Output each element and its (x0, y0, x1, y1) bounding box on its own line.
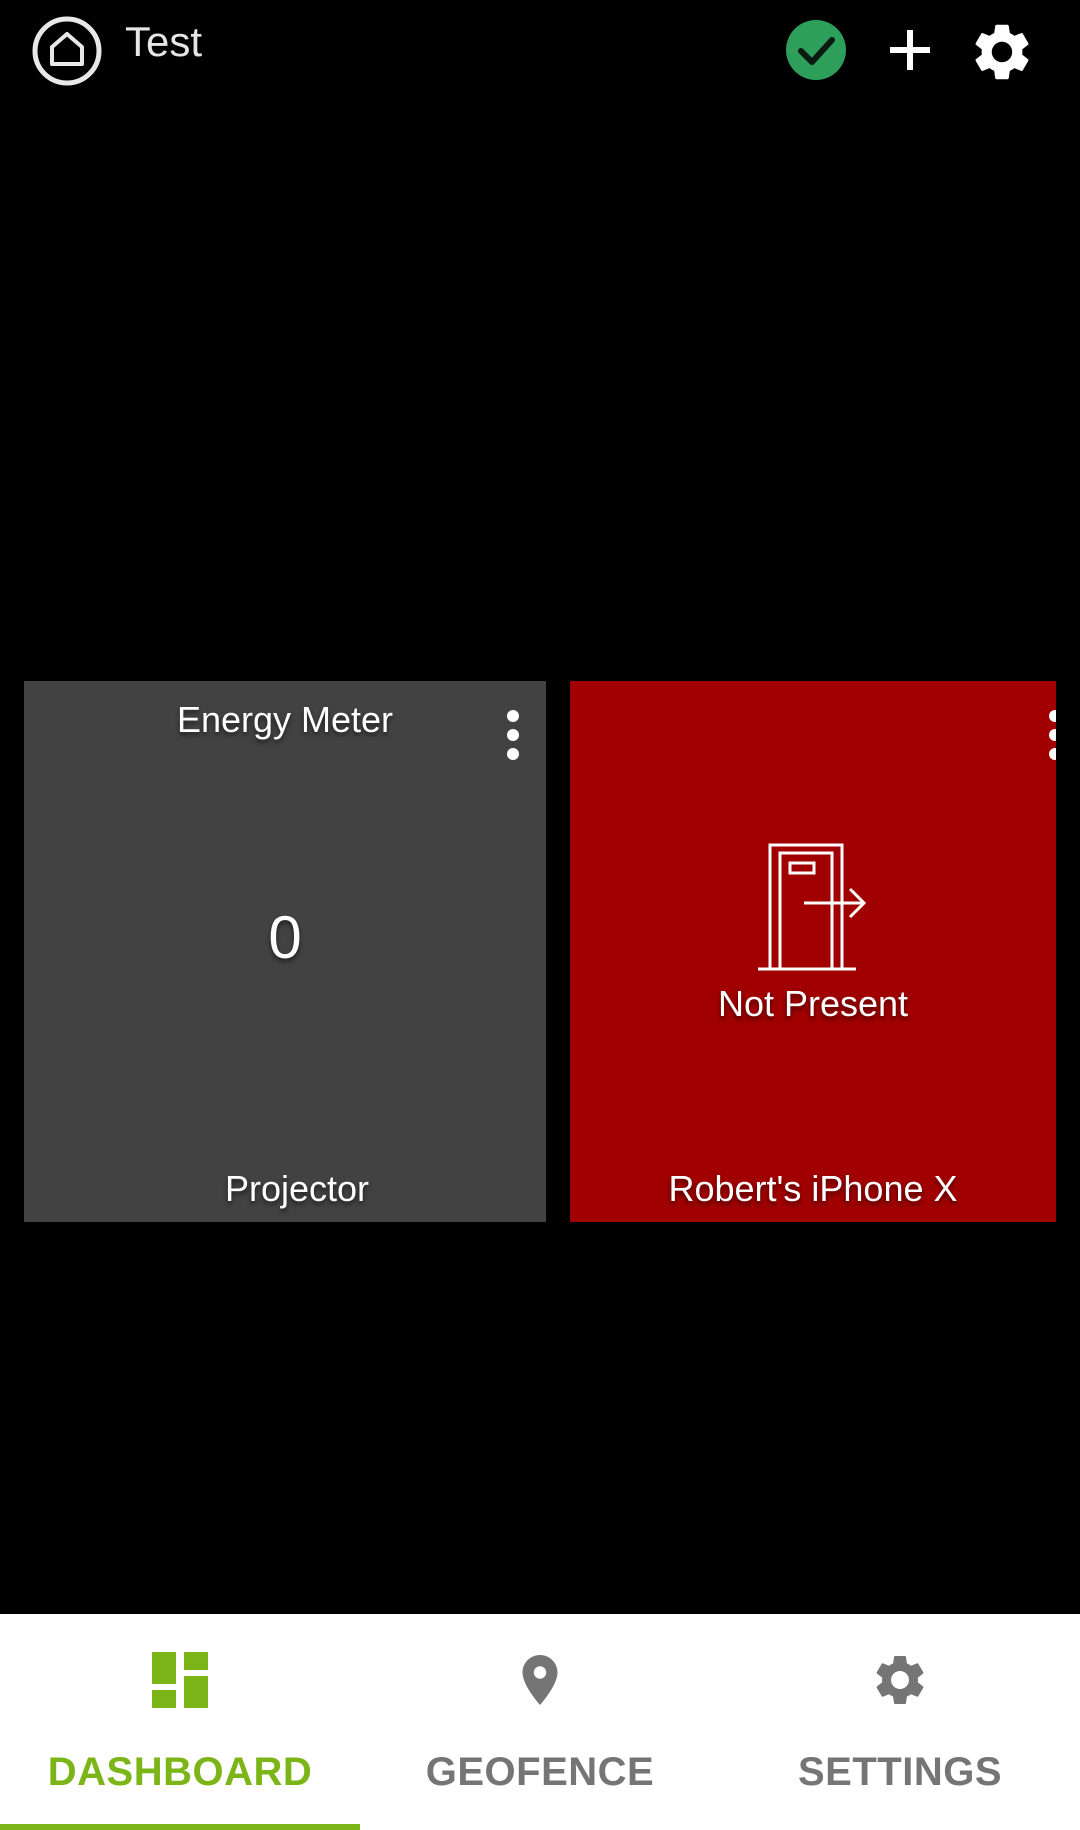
energy-meter-tile[interactable]: Energy Meter 0 Projector (24, 681, 546, 1222)
tab-geofence[interactable]: GEOFENCE (360, 1614, 720, 1830)
presence-tile[interactable]: Not Present Robert's iPhone X (570, 681, 1056, 1222)
gear-icon (876, 1656, 924, 1704)
app-screen: Test Energy Meter 0 Projector Not Presen… (0, 0, 1080, 1830)
plus-icon[interactable] (878, 18, 942, 82)
tile-title: Energy Meter (176, 699, 394, 740)
tab-label: SETTINGS (797, 1750, 1003, 1794)
tab-label: GEOFENCE (425, 1750, 655, 1794)
device-name-label: Projector (224, 1168, 370, 1209)
active-tab-indicator (0, 1824, 360, 1830)
door-exit-icon (758, 843, 867, 971)
tab-dashboard[interactable]: DASHBOARD (0, 1614, 360, 1830)
tab-label: DASHBOARD (47, 1750, 313, 1794)
home-logo-icon (32, 16, 102, 86)
energy-value: 0 (268, 904, 302, 971)
device-name-label: Robert's iPhone X (668, 1168, 958, 1209)
location-pin-icon (522, 1655, 558, 1705)
more-vertical-icon[interactable] (498, 707, 528, 763)
presence-state: Not Present (717, 983, 909, 1024)
more-vertical-icon[interactable] (1040, 707, 1056, 763)
gear-icon[interactable] (968, 18, 1036, 86)
top-app-bar: Test (0, 0, 1080, 100)
bottom-navigation: DASHBOARD GEOFENCE SETTINGS (0, 1614, 1080, 1830)
dashboard-icon (152, 1652, 208, 1708)
tab-settings[interactable]: SETTINGS (720, 1614, 1080, 1830)
app-title: Test (125, 18, 203, 65)
check-circle-icon[interactable] (784, 18, 848, 82)
